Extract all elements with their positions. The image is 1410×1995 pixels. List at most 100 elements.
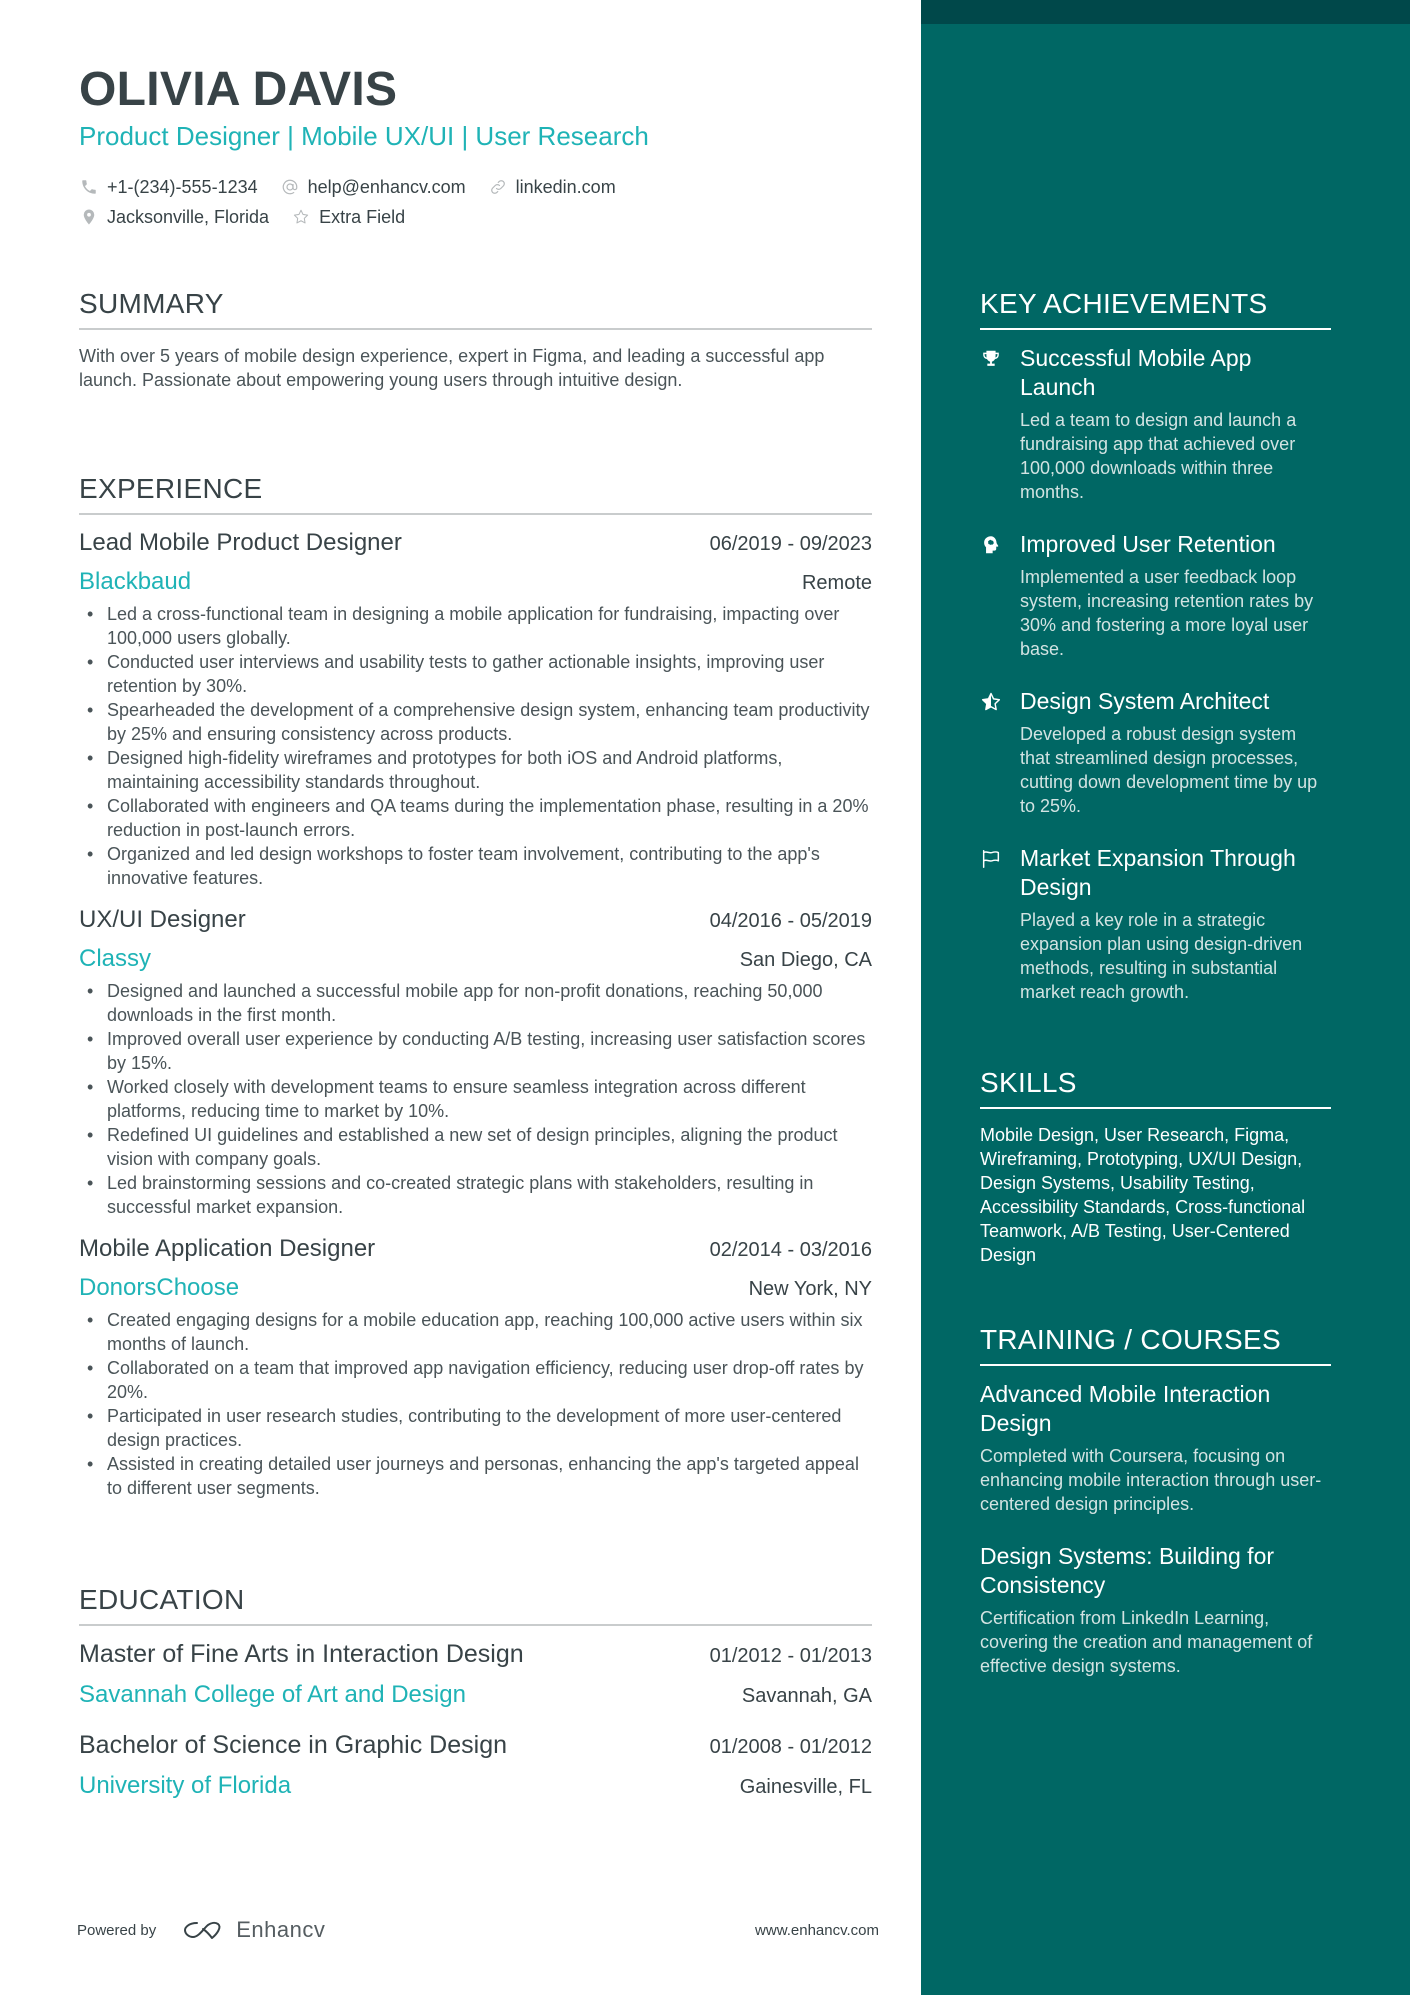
section-title: EXPERIENCE bbox=[79, 473, 263, 504]
job-company: Blackbaud bbox=[79, 568, 192, 595]
flag-icon bbox=[980, 844, 1020, 1004]
degree: Bachelor of Science in Graphic Design bbox=[79, 1731, 508, 1759]
skills-section: SKILLS Mobile Design, User Research, Fig… bbox=[980, 1067, 1331, 1267]
contact-row: +1-(234)-555-1234 help@enhancv.com linke… bbox=[79, 172, 879, 202]
footer: Powered by Enhancv www.enhancv.com bbox=[77, 1915, 879, 1945]
contact-link[interactable]: linkedin.com bbox=[488, 177, 616, 198]
summary-section: SUMMARY With over 5 years of mobile desi… bbox=[79, 288, 872, 392]
bullet-item: Designed high-fidelity wireframes and pr… bbox=[79, 746, 872, 794]
enhancv-logo[interactable]: Enhancv bbox=[182, 1917, 325, 1943]
education-dates: 01/2012 - 01/2013 bbox=[709, 1645, 872, 1667]
achievement-item: Market Expansion Through Design Played a… bbox=[980, 844, 1331, 1004]
achievement-desc: Played a key role in a strategic expansi… bbox=[1020, 910, 1303, 1002]
bullet-item: Collaborated on a team that improved app… bbox=[79, 1356, 872, 1404]
achievement-item: Improved User Retention Implemented a us… bbox=[980, 530, 1331, 661]
section-title: KEY ACHIEVEMENTS bbox=[980, 288, 1268, 319]
contact-email[interactable]: help@enhancv.com bbox=[280, 177, 466, 198]
main-column: OLIVIA DAVIS Product Designer | Mobile U… bbox=[0, 0, 921, 1995]
powered-by: Powered by Enhancv bbox=[77, 1917, 325, 1943]
job-bullets: Led a cross-functional team in designing… bbox=[79, 602, 872, 890]
achievement-desc: Implemented a user feedback loop system,… bbox=[1020, 567, 1314, 659]
education-location: Savannah, GA bbox=[741, 1685, 872, 1707]
bullet-item: Conducted user interviews and usability … bbox=[79, 650, 872, 698]
achievement-title: Market Expansion Through Design bbox=[1020, 845, 1296, 900]
achievement-desc: Developed a robust design system that st… bbox=[1020, 724, 1318, 816]
achievement-title: Successful Mobile App Launch bbox=[1020, 345, 1252, 400]
bullet-item: Led brainstorming sessions and co-create… bbox=[79, 1171, 872, 1219]
brand-name: Enhancv bbox=[236, 1917, 326, 1942]
education-entry: Bachelor of Science in Graphic Design 01… bbox=[79, 1731, 872, 1808]
bullet-item: Participated in user research studies, c… bbox=[79, 1404, 872, 1452]
section-divider bbox=[79, 1624, 872, 1626]
course-desc: Completed with Coursera, focusing on enh… bbox=[980, 1446, 1322, 1514]
contact-extra: Extra Field bbox=[291, 207, 405, 228]
section-divider bbox=[79, 328, 872, 330]
section-divider bbox=[980, 1107, 1331, 1109]
link-text: linkedin.com bbox=[515, 176, 616, 197]
sidebar-top-band bbox=[921, 0, 1410, 24]
bullet-item: Redefined UI guidelines and established … bbox=[79, 1123, 872, 1171]
trophy-icon bbox=[980, 344, 1020, 504]
bullet-item: Spearheaded the development of a compreh… bbox=[79, 698, 872, 746]
section-title: SUMMARY bbox=[79, 288, 224, 319]
head-brain-icon bbox=[980, 530, 1020, 661]
course-title: Advanced Mobile Interaction Design bbox=[980, 1381, 1271, 1436]
enhancv-logo-icon bbox=[184, 1921, 221, 1939]
bullet-item: Improved overall user experience by cond… bbox=[79, 1027, 872, 1075]
bullet-item: Led a cross-functional team in designing… bbox=[79, 602, 872, 650]
section-divider bbox=[79, 513, 872, 515]
achievement-item: Design System Architect Developed a robu… bbox=[980, 687, 1331, 818]
course-desc: Certification from LinkedIn Learning, co… bbox=[980, 1608, 1313, 1676]
job-title: Mobile Application Designer bbox=[79, 1235, 376, 1262]
job-company: Classy bbox=[79, 945, 152, 972]
education-dates: 01/2008 - 01/2012 bbox=[709, 1736, 872, 1758]
education-section: EDUCATION Master of Fine Arts in Interac… bbox=[79, 1584, 872, 1822]
bullet-item: Designed and launched a successful mobil… bbox=[79, 979, 872, 1027]
phone-icon bbox=[79, 177, 99, 197]
achievement-item: Successful Mobile App Launch Led a team … bbox=[980, 344, 1331, 504]
section-title: SKILLS bbox=[980, 1067, 1077, 1098]
course-item: Advanced Mobile Interaction Design Compl… bbox=[980, 1380, 1331, 1516]
degree: Master of Fine Arts in Interaction Desig… bbox=[79, 1640, 524, 1668]
education-location: Gainesville, FL bbox=[739, 1776, 872, 1798]
headline: Product Designer | Mobile UX/UI | User R… bbox=[79, 121, 649, 151]
candidate-name: OLIVIA DAVIS bbox=[79, 63, 398, 116]
at-icon bbox=[280, 177, 300, 197]
training-section: TRAINING / COURSES Advanced Mobile Inter… bbox=[980, 1324, 1331, 1704]
job-location: Remote bbox=[801, 572, 872, 594]
job-entry: Lead Mobile Product Designer 06/2019 - 0… bbox=[79, 529, 872, 890]
star-icon bbox=[291, 207, 311, 227]
contact-location: Jacksonville, Florida bbox=[79, 207, 269, 228]
bullet-item: Collaborated with engineers and QA teams… bbox=[79, 794, 872, 842]
job-dates: 04/2016 - 05/2019 bbox=[709, 910, 872, 932]
section-divider bbox=[980, 1364, 1331, 1366]
email-text: help@enhancv.com bbox=[307, 176, 466, 197]
achievements-section: KEY ACHIEVEMENTS Successful Mobile App L… bbox=[980, 288, 1331, 1030]
section-title: EDUCATION bbox=[79, 1584, 245, 1615]
section-title: TRAINING / COURSES bbox=[980, 1324, 1281, 1355]
achievement-title: Improved User Retention bbox=[1020, 531, 1276, 557]
location-pin-icon bbox=[79, 207, 99, 227]
link-icon bbox=[488, 177, 508, 197]
job-company: DonorsChoose bbox=[79, 1274, 240, 1301]
education-entry: Master of Fine Arts in Interaction Desig… bbox=[79, 1640, 872, 1717]
school: University of Florida bbox=[79, 1772, 292, 1799]
job-dates: 02/2014 - 03/2016 bbox=[709, 1239, 872, 1261]
summary-text: With over 5 years of mobile design exper… bbox=[79, 346, 825, 390]
job-location: San Diego, CA bbox=[739, 949, 872, 971]
powered-by-label: Powered by bbox=[77, 1921, 157, 1939]
job-dates: 06/2019 - 09/2023 bbox=[709, 533, 872, 555]
experience-section: EXPERIENCE Lead Mobile Product Designer … bbox=[79, 473, 872, 1516]
job-entry: Mobile Application Designer 02/2014 - 03… bbox=[79, 1235, 872, 1500]
course-item: Design Systems: Building for Consistency… bbox=[980, 1542, 1331, 1678]
job-bullets: Created engaging designs for a mobile ed… bbox=[79, 1308, 872, 1500]
course-title: Design Systems: Building for Consistency bbox=[980, 1543, 1275, 1598]
job-title: Lead Mobile Product Designer bbox=[79, 529, 402, 556]
bullet-item: Created engaging designs for a mobile ed… bbox=[79, 1308, 872, 1356]
section-divider bbox=[980, 328, 1331, 330]
school: Savannah College of Art and Design bbox=[79, 1681, 466, 1708]
website-link[interactable]: www.enhancv.com bbox=[755, 1922, 879, 1939]
achievement-title: Design System Architect bbox=[1020, 688, 1270, 714]
contact-info: +1-(234)-555-1234 help@enhancv.com linke… bbox=[79, 172, 879, 232]
job-bullets: Designed and launched a successful mobil… bbox=[79, 979, 872, 1219]
